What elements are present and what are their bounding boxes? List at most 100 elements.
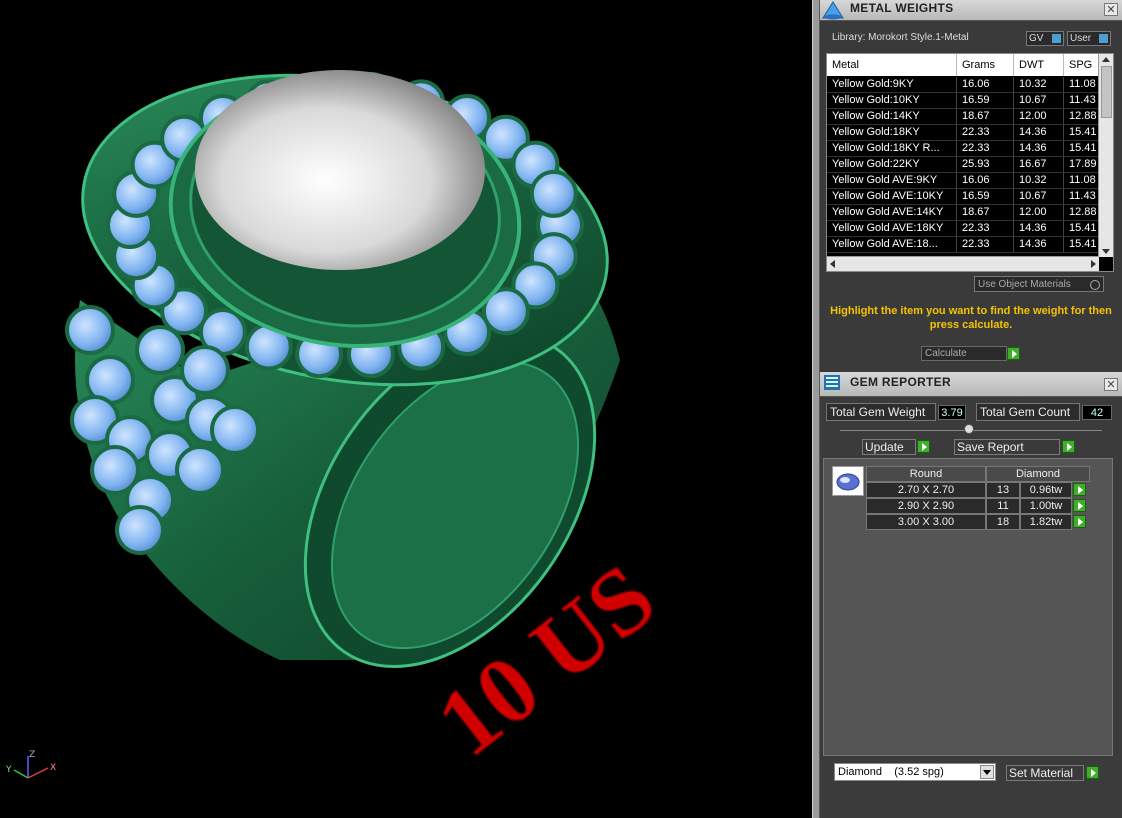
gem-count-cell: 13	[986, 482, 1020, 498]
calculate-label: Calculate	[925, 348, 967, 359]
grams-cell: 25.93	[957, 157, 1014, 172]
calculate-go-icon[interactable]	[1007, 347, 1020, 360]
table-row[interactable]: Yellow Gold AVE:14KY 18.67 12.00 12.88	[827, 205, 1099, 221]
col-dwt[interactable]: DWT	[1014, 54, 1064, 76]
scroll-up-icon[interactable]	[1102, 57, 1110, 62]
dwt-cell: 12.00	[1014, 109, 1064, 124]
pave-gem	[180, 345, 230, 395]
set-material-button[interactable]: Set Material	[1006, 765, 1084, 781]
scroll-thumb[interactable]	[1101, 66, 1112, 118]
spg-cell: 15.41	[1064, 221, 1099, 236]
calculate-button[interactable]: Calculate	[921, 346, 1007, 361]
metal-name-cell: Yellow Gold AVE:18KY	[827, 221, 957, 236]
spg-cell: 12.88	[1064, 205, 1099, 220]
grams-cell: 16.06	[957, 173, 1014, 188]
col-spg[interactable]: SPG	[1064, 54, 1099, 76]
table-row[interactable]: Yellow Gold:18KY R... 22.33 14.36 15.41	[827, 141, 1099, 157]
splitter-handle-icon[interactable]	[964, 424, 974, 434]
update-go-icon[interactable]	[917, 440, 930, 453]
save-report-button[interactable]: Save Report	[954, 439, 1060, 455]
table-row[interactable]: Yellow Gold:14KY 18.67 12.00 12.88	[827, 109, 1099, 125]
table-row[interactable]: Yellow Gold AVE:10KY 16.59 10.67 11.43	[827, 189, 1099, 205]
table-row[interactable]: Yellow Gold:22KY 25.93 16.67 17.89	[827, 157, 1099, 173]
metal-table: Metal Grams DWT SPG Yellow Gold:9KY 16.06…	[826, 53, 1114, 272]
table-row[interactable]: Yellow Gold AVE:18... 22.33 14.36 15.41	[827, 237, 1099, 253]
user-toggle[interactable]: User	[1067, 31, 1111, 46]
pave-gem	[175, 445, 225, 495]
select-gems-go-icon[interactable]	[1073, 483, 1086, 496]
gem-weight-cell: 1.82tw	[1020, 514, 1072, 530]
table-row[interactable]: Yellow Gold:9KY 16.06 10.32 11.08	[827, 77, 1099, 93]
col-grams[interactable]: Grams	[957, 54, 1014, 76]
save-report-label: Save Report	[957, 440, 1024, 454]
spg-cell: 17.89	[1064, 157, 1099, 172]
gem-reporter-icon	[824, 375, 840, 390]
col-metal[interactable]: Metal	[827, 54, 957, 76]
gem-type-header: Diamond	[986, 466, 1090, 482]
spg-cell: 11.43	[1064, 93, 1099, 108]
radio-icon	[1090, 280, 1100, 290]
table-row[interactable]: Yellow Gold:18KY 22.33 14.36 15.41	[827, 125, 1099, 141]
dwt-cell: 14.36	[1014, 237, 1064, 252]
select-gems-go-icon[interactable]	[1073, 515, 1086, 528]
gem-weight-cell: 0.96tw	[1020, 482, 1072, 498]
3d-viewport[interactable]: 10 US Z X Y	[0, 0, 812, 818]
use-object-materials-label: Use Object Materials	[978, 279, 1071, 290]
dwt-cell: 10.67	[1014, 93, 1064, 108]
pave-gem	[65, 305, 115, 355]
gem-weight-cell: 1.00tw	[1020, 498, 1072, 514]
round-gem-thumbnail	[832, 466, 864, 496]
scroll-left-icon[interactable]	[830, 260, 835, 268]
metal-table-vscroll[interactable]	[1098, 54, 1113, 257]
metal-weights-icon	[822, 1, 844, 20]
table-row[interactable]: Yellow Gold AVE:9KY 16.06 10.32 11.08	[827, 173, 1099, 189]
pave-gem	[115, 505, 165, 555]
total-gem-weight-value: 3.79	[938, 405, 966, 420]
close-icon[interactable]: ✕	[1104, 378, 1118, 391]
spg-cell: 12.88	[1064, 109, 1099, 124]
round-gem-icon	[836, 473, 860, 491]
grams-cell: 18.67	[957, 205, 1014, 220]
scroll-down-icon[interactable]	[1102, 249, 1110, 254]
table-row[interactable]: Yellow Gold:10KY 16.59 10.67 11.43	[827, 93, 1099, 109]
spg-cell: 11.08	[1064, 173, 1099, 188]
gem-count-cell: 18	[986, 514, 1020, 530]
spg-cell: 11.43	[1064, 189, 1099, 204]
dwt-cell: 10.67	[1014, 189, 1064, 204]
scroll-right-icon[interactable]	[1091, 260, 1096, 268]
gem-report-list: Round Diamond 2.70 X 2.70 13 0.96tw 2.90 X …	[823, 458, 1113, 756]
gv-toggle[interactable]: GV	[1026, 31, 1064, 46]
panel-splitter[interactable]	[812, 0, 820, 818]
metal-name-cell: Yellow Gold:9KY	[827, 77, 957, 92]
calculate-hint: Highlight the item you want to find the …	[830, 305, 1112, 331]
gem-reporter-panel: GEM REPORTER ✕ Total Gem Weight 3.79 Tot…	[820, 372, 1122, 818]
grams-cell: 22.33	[957, 237, 1014, 252]
gem-reporter-title: GEM REPORTER	[850, 375, 951, 389]
material-select[interactable]: Diamond (3.52 spg)	[834, 763, 996, 781]
axis-x-label: X	[50, 763, 56, 773]
library-label: Library: Morokort Style.1-Metal	[832, 32, 969, 43]
grams-cell: 22.33	[957, 221, 1014, 236]
material-select-value: Diamond (3.52 spg)	[838, 766, 944, 778]
save-report-go-icon[interactable]	[1062, 440, 1075, 453]
pave-gem	[135, 325, 185, 375]
set-material-go-icon[interactable]	[1086, 766, 1099, 779]
gv-indicator	[1052, 34, 1061, 43]
dwt-cell: 12.00	[1014, 205, 1064, 220]
grams-cell: 18.67	[957, 109, 1014, 124]
metal-name-cell: Yellow Gold:22KY	[827, 157, 957, 172]
dwt-cell: 14.36	[1014, 221, 1064, 236]
use-object-materials-toggle[interactable]: Use Object Materials	[974, 276, 1104, 292]
update-button[interactable]: Update	[862, 439, 916, 455]
table-row[interactable]: Yellow Gold AVE:18KY 22.33 14.36 15.41	[827, 221, 1099, 237]
ring-render: 10 US Z X Y	[5, 70, 675, 779]
update-label: Update	[865, 440, 904, 454]
select-gems-go-icon[interactable]	[1073, 499, 1086, 512]
chevron-down-icon[interactable]	[980, 765, 994, 779]
close-icon[interactable]: ✕	[1104, 3, 1118, 16]
dwt-cell: 16.67	[1014, 157, 1064, 172]
spg-cell: 15.41	[1064, 125, 1099, 140]
metal-table-hscroll[interactable]	[827, 256, 1099, 271]
metal-name-cell: Yellow Gold:14KY	[827, 109, 957, 124]
pave-gem	[210, 405, 260, 455]
